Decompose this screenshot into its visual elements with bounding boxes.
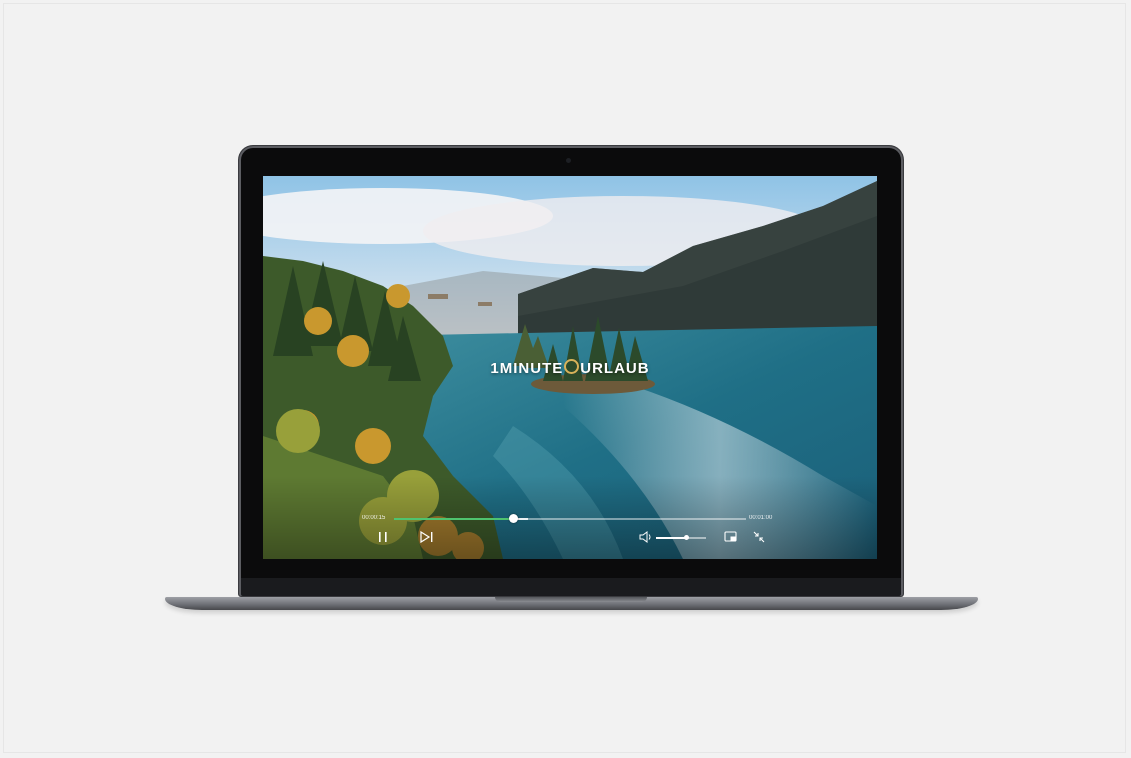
picture-in-picture-icon (724, 531, 737, 542)
logo-prefix: 1MINUTE (490, 360, 564, 377)
volume-button[interactable] (639, 531, 653, 546)
laptop-chin (241, 578, 901, 596)
laptop-base (165, 597, 978, 610)
picture-in-picture-button[interactable] (724, 531, 738, 546)
logo-suffix: URLAUB (580, 360, 650, 377)
next-button[interactable] (419, 530, 435, 547)
volume-slider[interactable] (656, 535, 706, 540)
current-time: 00:00:15 (362, 515, 386, 521)
exit-fullscreen-button[interactable] (753, 531, 765, 546)
lid-notch (495, 597, 647, 602)
skip-next-icon (420, 530, 433, 544)
volume-icon (639, 531, 651, 543)
volume-fill (656, 537, 686, 539)
video-player[interactable]: 1MINUTE URLAUB 00:00:15 00:01:00 (263, 176, 877, 559)
seek-handle[interactable] (508, 514, 518, 523)
total-time: 00:01:00 (749, 515, 773, 521)
webcam (566, 158, 571, 163)
seek-bar[interactable] (394, 514, 746, 523)
volume-handle[interactable] (684, 535, 689, 540)
pause-button[interactable] (376, 530, 390, 547)
progress-fill (394, 518, 514, 520)
exit-fullscreen-icon (753, 531, 765, 543)
pause-icon (379, 532, 387, 542)
laptop-lid: 1MINUTE URLAUB 00:00:15 00:01:00 (239, 146, 903, 596)
channel-logo: 1MINUTE URLAUB (263, 359, 877, 377)
logo-o-mark (564, 359, 580, 374)
